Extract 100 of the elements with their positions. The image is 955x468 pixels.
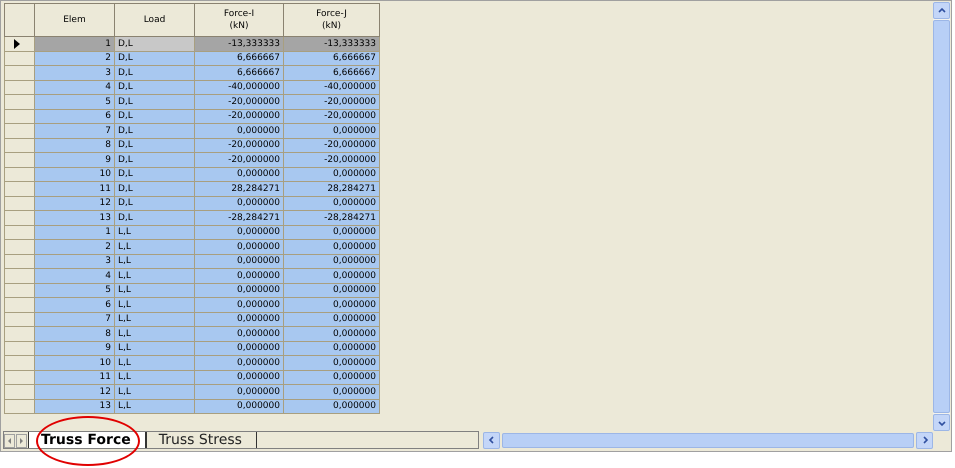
table-cell: 0,000000 [284,283,380,298]
scroll-right-icon[interactable] [916,432,933,448]
table-cell: D,L [114,182,194,196]
table-cell: -28,284271 [194,210,284,225]
table-cell: 10 [34,167,114,182]
table-cell: D,L [114,167,194,182]
table-cell: 12 [34,384,114,399]
table-cell: 0,000000 [194,225,284,240]
column-header[interactable]: Force-I (kN) [194,4,284,36]
horizontal-scrollbar[interactable] [483,432,933,448]
tab-right-icon[interactable] [16,434,27,448]
table-cell: D,L [114,51,194,66]
table-cell: 0,000000 [194,370,284,384]
table-cell: L,L [114,240,194,254]
table-cell: 0,000000 [194,298,284,312]
table-cell: 8 [34,326,114,341]
table-cell: 6 [34,298,114,312]
table-cell: -20,000000 [194,152,284,167]
table-cell: L,L [114,326,194,341]
table-cell: 0,000000 [284,167,380,182]
table-cell: L,L [114,341,194,356]
table-cell: 0,000000 [284,298,380,312]
table-cell: 0,000000 [284,370,380,384]
column-header[interactable]: Force-J (kN) [284,4,380,36]
table-cell: 13 [34,399,114,414]
table-cell: 8 [34,138,114,152]
table-cell: 0,000000 [194,341,284,356]
table-cell: 1 [34,36,114,51]
table-cell: 0,000000 [284,399,380,414]
table-cell: 13 [34,210,114,225]
table-cell: -13,333333 [284,36,380,51]
table-cell: 0,000000 [194,384,284,399]
table-cell: 0,000000 [284,196,380,210]
table-cell: 0,000000 [284,341,380,356]
table-cell: 5 [34,94,114,109]
table-cell: 0,000000 [284,254,380,268]
table-cell: 9 [34,152,114,167]
scroll-down-icon[interactable] [933,414,950,431]
table-cell: 6 [34,109,114,124]
table-cell: L,L [114,298,194,312]
table-cell: -20,000000 [194,94,284,109]
table-cell: -20,000000 [284,138,380,152]
table-cell: 0,000000 [284,356,380,370]
sheet-tab[interactable]: Truss Force [28,432,146,448]
table-cell: L,L [114,254,194,268]
table-cell: -20,000000 [284,152,380,167]
table-cell: L,L [114,384,194,399]
table-cell: -20,000000 [194,138,284,152]
table-cell: 7 [34,312,114,326]
table-cell: D,L [114,109,194,124]
table-cell: -20,000000 [194,109,284,124]
column-header[interactable]: Elem [34,4,114,36]
table-cell: 0,000000 [194,196,284,210]
table-cell: 1 [34,225,114,240]
tab-left-icon[interactable] [4,434,15,448]
table-cell: 2 [34,240,114,254]
table-cell: 0,000000 [194,254,284,268]
table-cell: 0,000000 [284,225,380,240]
table-cell: 0,000000 [284,240,380,254]
table-cell: 0,000000 [194,283,284,298]
table-cell: 28,284271 [194,182,284,196]
table-cell: 11 [34,182,114,196]
table-cell: L,L [114,268,194,283]
table-cell: 0,000000 [194,356,284,370]
table-cell: D,L [114,138,194,152]
sheet-tab[interactable]: Truss Stress [146,432,257,448]
table-cell: 9 [34,341,114,356]
table-cell: 0,000000 [194,399,284,414]
table-cell: 0,000000 [284,384,380,399]
table-cell: -40,000000 [284,80,380,94]
scroll-left-icon[interactable] [483,432,500,448]
corner-header [4,4,34,36]
table-cell: D,L [114,210,194,225]
scroll-thumb[interactable] [502,432,914,448]
table-cell: 12 [34,196,114,210]
table-cell: 4 [34,80,114,94]
scroll-up-icon[interactable] [933,2,950,19]
table-cell: 3 [34,66,114,80]
table-cell: 0,000000 [194,167,284,182]
table-cell: 0,000000 [284,124,380,138]
table-cell: 0,000000 [194,268,284,283]
table-cell: D,L [114,36,194,51]
table-cell: 6,666667 [284,51,380,66]
table-cell: D,L [114,66,194,80]
table-cell: -20,000000 [284,109,380,124]
table-cell: -20,000000 [284,94,380,109]
table-cell: -13,333333 [194,36,284,51]
table-cell: 11 [34,370,114,384]
table-cell: 0,000000 [194,312,284,326]
table-cell: 7 [34,124,114,138]
table-cell: D,L [114,196,194,210]
table-cell: L,L [114,370,194,384]
table-cell: 5 [34,283,114,298]
table-cell: 3 [34,254,114,268]
column-header[interactable]: Load [114,4,194,36]
row-header[interactable] [4,36,34,51]
table-cell: D,L [114,124,194,138]
table-cell: L,L [114,399,194,414]
table-cell: 6,666667 [194,51,284,66]
table-cell: D,L [114,94,194,109]
